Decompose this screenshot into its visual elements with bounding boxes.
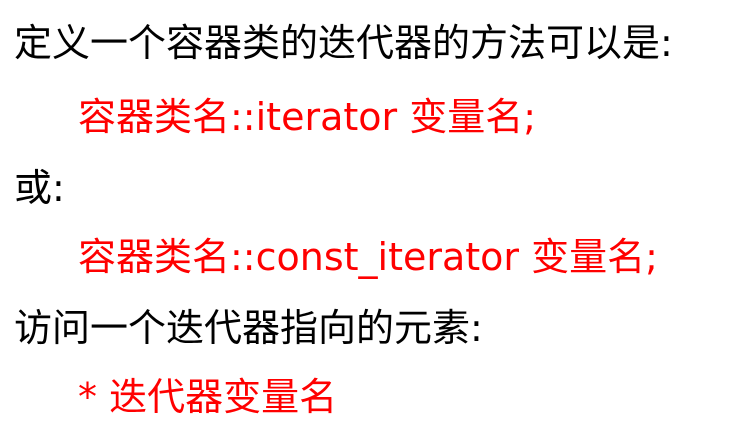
slide-content: 定义一个容器类的迭代器的方法可以是: 容器类名::iterator 变量名; 或… [0,0,752,433]
definition-heading: 定义一个容器类的迭代器的方法可以是: [14,21,673,65]
or-label: 或: [14,166,65,210]
access-element-heading: 访问一个迭代器指向的元素: [14,306,483,350]
dereference-code: * 迭代器变量名 [78,375,338,419]
iterator-declaration-code: 容器类名::iterator 变量名; [78,95,537,139]
const-iterator-declaration-code: 容器类名::const_iterator 变量名; [78,235,658,279]
